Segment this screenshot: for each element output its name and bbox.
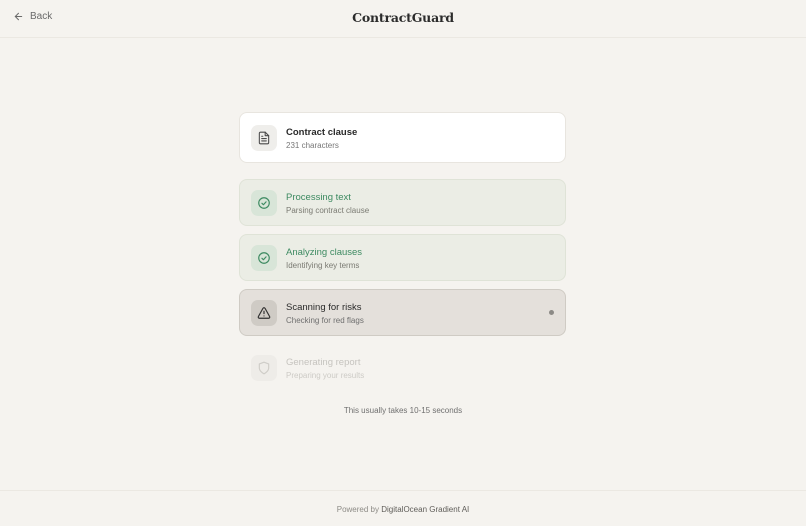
step-processing-text: Processing text Parsing contract clause [239, 179, 566, 226]
check-circle-icon [258, 252, 270, 264]
shield-icon [258, 361, 270, 375]
step-icon-box [251, 245, 277, 271]
top-bar: Back ContractGuard [0, 0, 806, 38]
contract-clause-card: Contract clause 231 characters [239, 112, 566, 163]
document-icon [258, 131, 270, 145]
step-title: Analyzing clauses [286, 247, 363, 258]
brand-title: ContractGuard [352, 10, 454, 25]
step-icon-box [251, 355, 277, 381]
step-subtitle: Identifying key terms [286, 261, 360, 270]
step-subtitle: Preparing your results [286, 371, 365, 380]
check-circle-icon [258, 197, 270, 209]
progress-dot [549, 310, 554, 315]
step-analyzing-clauses: Analyzing clauses Identifying key terms [239, 234, 566, 281]
step-subtitle: Parsing contract clause [286, 206, 370, 215]
duration-note: This usually takes 10-15 seconds [343, 406, 463, 415]
step-title: Scanning for risks [286, 302, 362, 313]
clause-char-count: 231 characters [286, 141, 339, 150]
clause-icon-box [251, 125, 277, 151]
footer-provider: DigitalOcean Gradient AI [381, 505, 470, 514]
step-title: Generating report [286, 357, 361, 368]
step-title: Processing text [286, 192, 351, 203]
footer-prefix: Powered by [336, 505, 379, 514]
step-icon-box [251, 190, 277, 216]
footer: Powered by DigitalOcean Gradient AI [0, 490, 806, 526]
step-scanning-risks: Scanning for risks Checking for red flag… [239, 289, 566, 336]
step-icon-box [251, 300, 277, 326]
step-subtitle: Checking for red flags [286, 316, 364, 325]
clause-title: Contract clause [286, 127, 358, 138]
warning-triangle-icon [257, 307, 271, 319]
step-generating-report: Generating report Preparing your results [239, 344, 566, 391]
